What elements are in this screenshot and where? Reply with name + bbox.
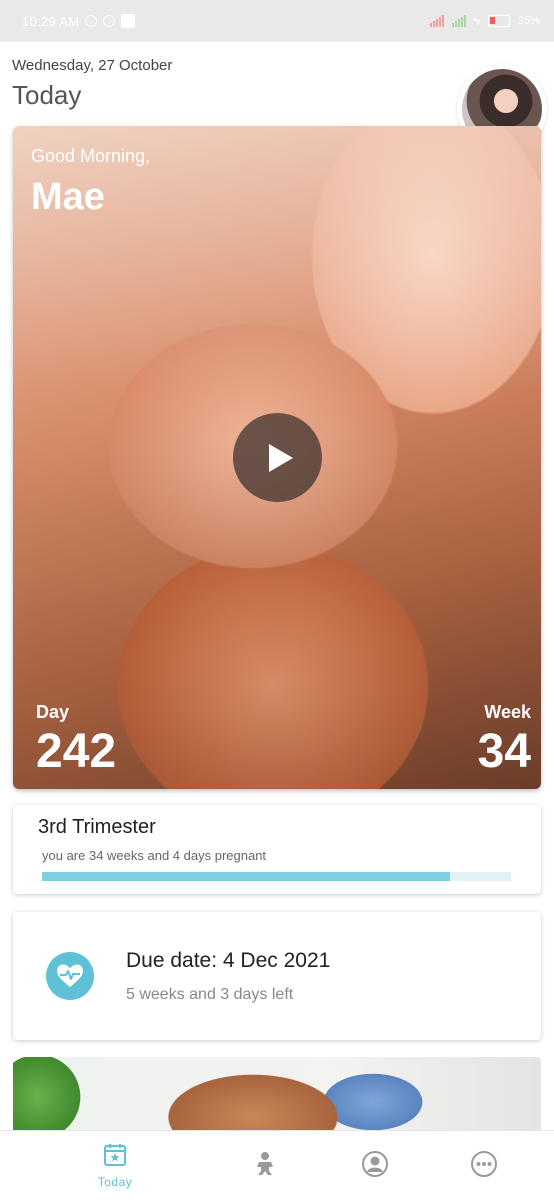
nav-item-today[interactable]: Today [0,1131,230,1200]
trimester-progress-bar [42,872,511,881]
calendar-star-icon [103,1143,127,1172]
article-card-image[interactable] [13,1057,541,1132]
status-notification-icons [85,14,136,28]
page-title: Today [12,80,82,110]
greeting-text: Good Morning, [31,146,151,166]
trimester-card[interactable]: 3rd Trimester you are 34 weeks and 4 day… [13,805,541,894]
trimester-subtitle: you are 34 weeks and 4 days pregnant [42,848,267,863]
bottom-nav: Today [0,1130,554,1200]
user-name: Mae [31,176,105,218]
charging-icon: ϟ [473,14,480,28]
due-date-title: Due date: 4 Dec 2021 [126,949,331,972]
more-icon [470,1150,498,1183]
play-icon [268,443,293,472]
alarm-icon [85,15,98,27]
due-date-card[interactable]: Due date: 4 Dec 2021 5 weeks and 3 days … [13,912,541,1040]
trimester-progress-fill [42,872,451,881]
nav-item-baby[interactable] [230,1131,300,1200]
status-system-icons: ϟ 25% [429,14,540,28]
header-date: Wednesday, 27 October [12,57,173,74]
week-label: Week [484,702,531,722]
status-bar: 10:29 AM ϟ 25% [0,0,554,42]
signal-icon [429,15,444,27]
community-icon [361,1150,389,1183]
nav-item-community[interactable] [300,1131,450,1200]
notification-icon [121,14,136,28]
baby-icon [253,1151,277,1182]
trimester-title: 3rd Trimester [38,816,156,838]
sync-icon [103,15,116,27]
day-label: Day [36,702,70,722]
play-video-button[interactable] [233,413,322,502]
nav-label-today: Today [97,1175,133,1189]
battery-icon [487,15,510,27]
status-time: 10:29 AM [22,13,80,29]
baby-progress-card[interactable]: Good Morning, Mae Day 242 Week 34 [13,126,541,789]
day-count: 242 [36,725,117,778]
battery-percent: 25% [517,15,540,27]
due-date-subtitle: 5 weeks and 3 days left [126,986,294,1003]
heartbeat-icon [46,952,94,1000]
week-count: 34 [477,725,531,778]
signal-2-icon [451,15,466,27]
nav-item-more[interactable] [450,1131,518,1200]
